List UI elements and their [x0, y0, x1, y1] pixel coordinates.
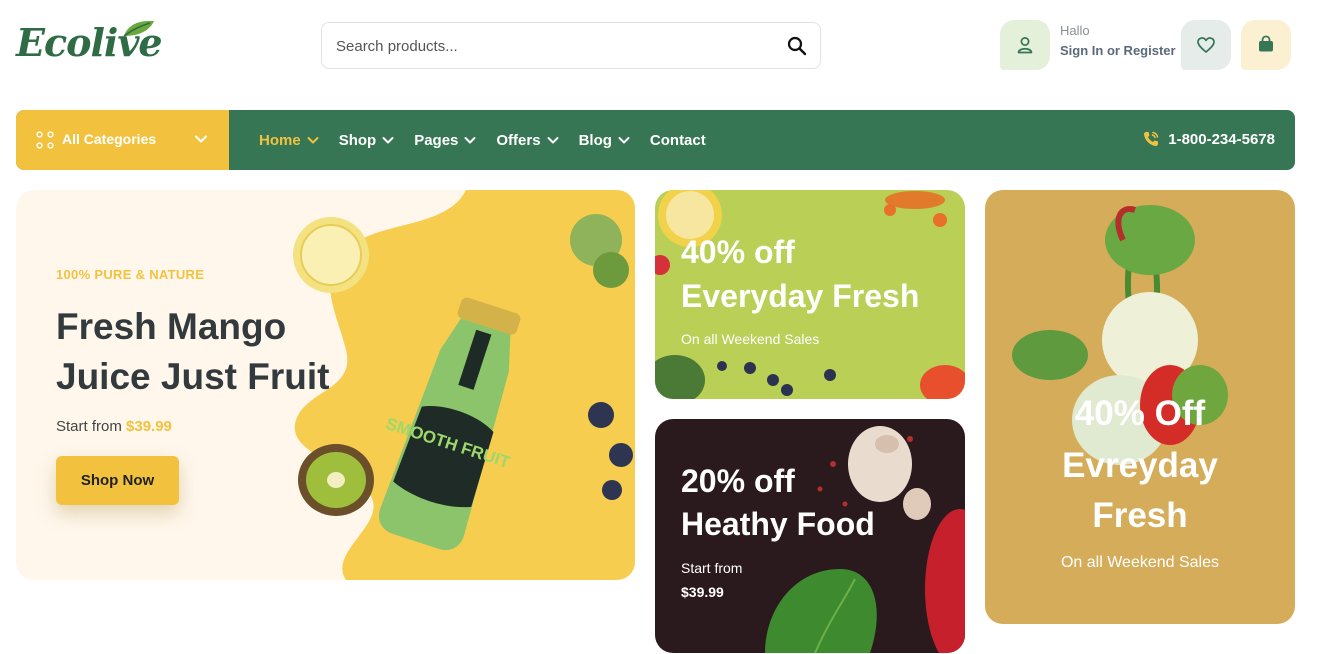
chevron-down-icon — [464, 137, 476, 144]
wishlist-button[interactable] — [1181, 20, 1231, 70]
promo3-title-line2: Fresh — [1092, 496, 1188, 535]
nav-item-contact[interactable]: Contact — [650, 132, 706, 149]
nav-label-home: Home — [259, 131, 301, 149]
nav-item-offers[interactable]: Offers — [496, 131, 559, 149]
promo1-subtitle: On all Weekend Sales — [681, 331, 820, 347]
nav-label-pages: Pages — [414, 131, 459, 149]
nav-item-pages[interactable]: Pages — [414, 132, 476, 149]
brand-logo[interactable]: Ecolive — [16, 18, 163, 68]
heart-icon — [1197, 37, 1215, 53]
promo1-title: Everyday Fresh — [681, 278, 920, 314]
account-greeting: Hallo — [1060, 23, 1090, 38]
all-categories-button[interactable]: All Categories — [16, 110, 229, 170]
promo1-discount: 40% off — [681, 234, 795, 270]
promo3-discount: 40% Off — [1074, 394, 1206, 433]
nav-label-contact: Contact — [649, 131, 706, 149]
cart-button[interactable] — [1241, 20, 1291, 70]
promo2-discount: 20% off — [681, 463, 795, 499]
site-header: Ecolive Hallo Sign In or Register — [0, 0, 1317, 100]
sign-in-link[interactable]: Sign In or Register — [1060, 43, 1176, 58]
promo2-price: $39.99 — [681, 584, 724, 600]
grid-dots-icon — [36, 131, 54, 149]
hero-price-value: $39.99 — [126, 418, 172, 435]
chevron-down-icon — [382, 137, 394, 144]
nav-label-blog: Blog — [578, 131, 612, 149]
nav-menu: Home Shop Pages Offers Blog Contact — [259, 110, 726, 170]
shop-now-button[interactable]: Shop Now — [56, 456, 179, 505]
promo-card-vegetables[interactable]: 40% Off Evreyday Fresh On all Weekend Sa… — [985, 190, 1295, 624]
shopping-bag-icon — [1259, 35, 1273, 52]
chevron-down-icon — [195, 135, 207, 143]
promo3-title-line1: Evreyday — [1062, 446, 1218, 485]
chevron-down-icon — [618, 137, 630, 144]
hero-banner: SMOOTH FRUIT 100% PURE & NATURE Fresh Ma… — [16, 190, 635, 580]
hero-tag: 100% PURE & NATURE — [56, 267, 205, 282]
nav-item-shop[interactable]: Shop — [339, 132, 395, 149]
search-input[interactable] — [336, 35, 766, 57]
nav-label-offers: Offers — [496, 131, 541, 149]
nav-item-home[interactable]: Home — [259, 132, 319, 149]
hero-title: Fresh Mango Juice Just Fruit — [56, 306, 330, 397]
main-navbar: All Categories Home Shop Pages Offers Bl… — [16, 110, 1295, 170]
nav-label-shop: Shop — [338, 131, 377, 149]
promo-card-healthy-food[interactable]: 20% off Heathy Food Start from $39.99 — [655, 419, 965, 653]
nav-item-blog[interactable]: Blog — [579, 132, 630, 149]
user-icon — [1017, 37, 1033, 54]
search-bar — [321, 22, 821, 69]
promo-card-everyday-fresh[interactable]: 40% off Everyday Fresh On all Weekend Sa… — [655, 190, 965, 399]
chevron-down-icon — [547, 137, 559, 144]
phone-icon — [1144, 131, 1159, 146]
all-categories-label: All Categories — [62, 131, 157, 147]
promo2-price-label: Start from — [681, 560, 743, 576]
hero-price: Start from $39.99 — [56, 418, 172, 435]
search-icon[interactable] — [786, 35, 808, 57]
promo3-subtitle: On all Weekend Sales — [1060, 554, 1219, 571]
phone-contact[interactable]: 1-800-234-5678 — [1142, 130, 1275, 148]
leaf-icon — [123, 20, 154, 37]
phone-number: 1-800-234-5678 — [1168, 130, 1275, 148]
promo2-title: Heathy Food — [681, 506, 875, 542]
chevron-down-icon — [307, 137, 319, 144]
hero-price-prefix: Start from — [56, 418, 127, 435]
account-button[interactable] — [1000, 20, 1050, 70]
